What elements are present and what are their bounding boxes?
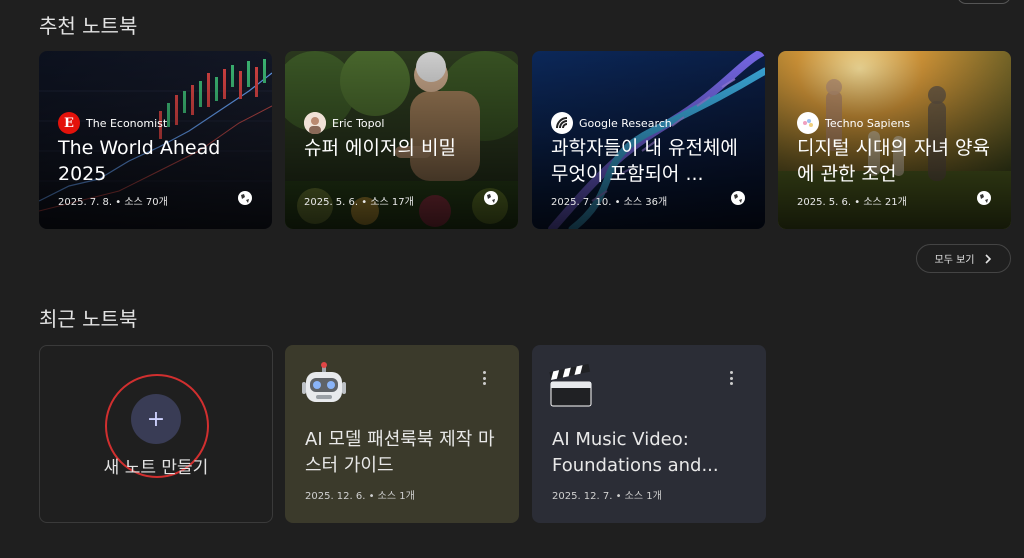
more-options-icon[interactable] <box>479 371 489 385</box>
card-source: Techno Sapiens <box>797 112 910 134</box>
card-title: 디지털 시대의 자녀 양육에 관한 조언 <box>797 137 990 185</box>
featured-card-economist[interactable]: E The Economist The World Ahead 2025 202… <box>39 51 272 229</box>
public-globe-icon <box>484 191 498 205</box>
public-globe-icon <box>238 191 252 205</box>
recent-section-title: 최근 노트북 <box>39 307 138 331</box>
card-source: Google Research <box>551 112 672 134</box>
more-options-icon[interactable] <box>726 371 736 385</box>
card-source: E The Economist <box>58 112 167 134</box>
avatar-icon <box>304 112 326 134</box>
card-meta: 2025. 5. 6. • 소스 21개 <box>797 197 907 208</box>
notebook-title: AI Music Video: Foundations and... <box>552 429 719 476</box>
clapperboard-icon <box>549 363 592 407</box>
card-title: 과학자들이 내 유전체에 무엇이 포함되어 ... <box>551 137 738 185</box>
featured-card-google-research[interactable]: Google Research 과학자들이 내 유전체에 무엇이 포함되어 ..… <box>532 51 765 229</box>
card-title: The World Ahead 2025 <box>58 137 221 185</box>
create-notebook-card[interactable]: + 새 노트 만들기 <box>39 345 273 523</box>
featured-card-eric-topol[interactable]: Eric Topol 슈퍼 에이저의 비밀 2025. 5. 6. • 소스 1… <box>285 51 518 229</box>
google-research-logo-icon <box>551 112 573 134</box>
recent-notebook-card[interactable]: AI Music Video: Foundations and... 2025.… <box>532 345 766 523</box>
notebook-meta: 2025. 12. 7. • 소스 1개 <box>552 491 662 502</box>
see-all-button[interactable]: 모두 보기 <box>916 244 1011 273</box>
public-globe-icon <box>731 191 745 205</box>
chevron-right-icon <box>985 253 992 264</box>
robot-icon <box>302 362 346 402</box>
economist-logo-icon: E <box>58 112 80 134</box>
notebook-meta: 2025. 12. 6. • 소스 1개 <box>305 491 415 502</box>
recent-notebook-card[interactable]: AI 모델 패션룩북 제작 마스터 가이드 2025. 12. 6. • 소스 … <box>285 345 519 523</box>
create-notebook-label: 새 노트 만들기 <box>103 458 209 478</box>
card-meta: 2025. 7. 8. • 소스 70개 <box>58 197 168 208</box>
public-globe-icon <box>977 191 991 205</box>
featured-section-title: 추천 노트북 <box>39 14 138 38</box>
notebook-title: AI 모델 패션룩북 제작 마스터 가이드 <box>305 429 495 476</box>
card-meta: 2025. 7. 10. • 소스 36개 <box>551 197 668 208</box>
card-source: Eric Topol <box>304 112 384 134</box>
card-title: 슈퍼 에이저의 비밀 <box>304 137 456 159</box>
top-edge-button[interactable] <box>957 0 1011 4</box>
featured-card-techno-sapiens[interactable]: Techno Sapiens 디지털 시대의 자녀 양육에 관한 조언 2025… <box>778 51 1011 229</box>
techno-sapiens-logo-icon <box>797 112 819 134</box>
card-meta: 2025. 5. 6. • 소스 17개 <box>304 197 414 208</box>
